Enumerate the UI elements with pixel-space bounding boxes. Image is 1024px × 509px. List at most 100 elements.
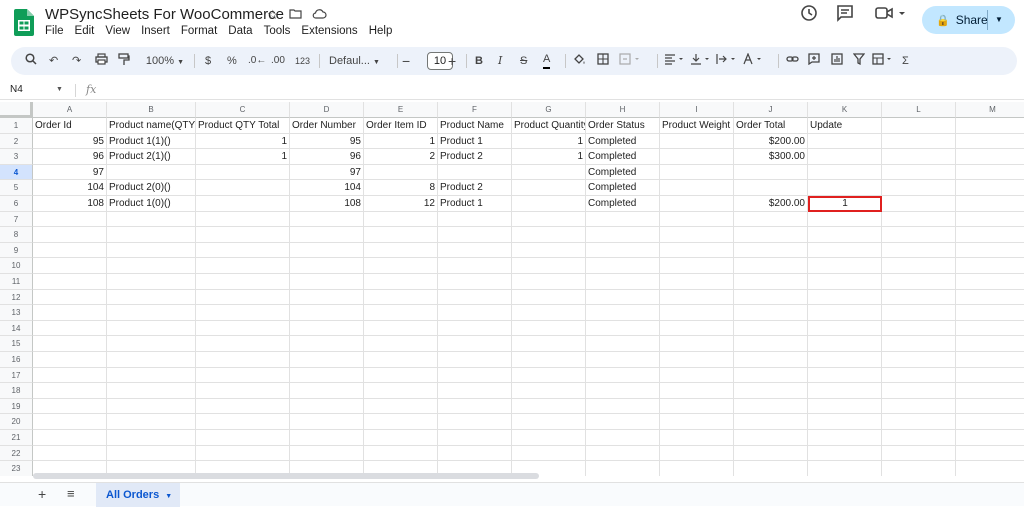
cell-i14[interactable] (660, 320, 734, 337)
cell-e9[interactable] (364, 242, 438, 259)
cell-h15[interactable] (586, 336, 660, 352)
more-formats-button[interactable]: 123 (295, 53, 310, 69)
cell-c11[interactable] (196, 274, 290, 290)
cell-f5[interactable]: Product 2 (438, 180, 512, 196)
cell-f6[interactable]: Product 1 (438, 196, 512, 212)
cell-l2[interactable] (882, 133, 956, 150)
row-header-4[interactable]: 4 (0, 164, 33, 181)
cell-b8[interactable] (107, 227, 196, 243)
cell-h14[interactable] (586, 320, 660, 337)
cell-d16[interactable] (290, 352, 364, 368)
filter-views-icon[interactable] (872, 53, 894, 69)
cell-k14[interactable] (808, 320, 882, 337)
cell-d3[interactable]: 96 (290, 149, 364, 165)
cell-m3[interactable] (956, 149, 1024, 165)
column-header-j[interactable]: J (734, 102, 808, 118)
cell-h11[interactable] (586, 274, 660, 290)
share-button[interactable]: 🔒 Share ▼ (922, 6, 1015, 34)
cell-g4[interactable] (512, 164, 586, 181)
cell-f3[interactable]: Product 2 (438, 149, 512, 165)
cell-i13[interactable] (660, 305, 734, 321)
cell-d4[interactable]: 97 (290, 164, 364, 181)
cell-m2[interactable] (956, 134, 1024, 150)
column-header-k[interactable]: K (808, 102, 882, 118)
cell-l11[interactable] (882, 274, 956, 290)
cell-b12[interactable] (107, 289, 196, 306)
cell-b17[interactable] (107, 367, 196, 384)
cell-f22[interactable] (438, 445, 512, 462)
cell-m17[interactable] (956, 368, 1024, 384)
cell-i17[interactable] (660, 367, 734, 384)
cell-f16[interactable] (438, 352, 512, 368)
cell-l7[interactable] (882, 211, 956, 228)
filter-icon[interactable] (852, 53, 866, 69)
row-header-12[interactable]: 12 (0, 289, 33, 306)
cell-l3[interactable] (882, 149, 956, 165)
row-header-9[interactable]: 9 (0, 242, 33, 259)
cell-b21[interactable] (107, 430, 196, 446)
cell-c14[interactable] (196, 320, 290, 337)
menu-help[interactable]: Help (369, 25, 393, 37)
cell-c16[interactable] (196, 352, 290, 368)
cell-m22[interactable] (956, 446, 1024, 462)
cell-a2[interactable]: 95 (33, 133, 107, 150)
cell-e15[interactable] (364, 336, 438, 352)
cell-c15[interactable] (196, 336, 290, 352)
zoom-select[interactable]: 100% ▼ (142, 53, 188, 69)
row-header-23[interactable]: 23 (0, 461, 33, 476)
cell-f1[interactable]: Product Name (438, 118, 512, 134)
cell-j19[interactable] (734, 398, 808, 415)
cell-e22[interactable] (364, 445, 438, 462)
cell-j22[interactable] (734, 445, 808, 462)
cell-h22[interactable] (586, 445, 660, 462)
cell-k11[interactable] (808, 274, 882, 290)
sheets-logo-icon[interactable] (14, 9, 34, 36)
cell-i4[interactable] (660, 164, 734, 181)
cell-l21[interactable] (882, 430, 956, 446)
print-icon[interactable] (95, 53, 108, 69)
cell-i19[interactable] (660, 398, 734, 415)
cell-k8[interactable] (808, 227, 882, 243)
cell-h18[interactable] (586, 383, 660, 399)
cell-c8[interactable] (196, 227, 290, 243)
cell-e12[interactable] (364, 289, 438, 306)
cell-d14[interactable] (290, 320, 364, 337)
cell-c9[interactable] (196, 242, 290, 259)
cell-i12[interactable] (660, 289, 734, 306)
row-header-6[interactable]: 6 (0, 196, 33, 212)
menu-data[interactable]: Data (228, 25, 252, 37)
cell-g13[interactable] (512, 305, 586, 321)
row-header-11[interactable]: 11 (0, 274, 33, 290)
cell-d15[interactable] (290, 336, 364, 352)
cell-i9[interactable] (660, 242, 734, 259)
cell-f13[interactable] (438, 305, 512, 321)
cell-i18[interactable] (660, 383, 734, 399)
cell-f2[interactable]: Product 1 (438, 133, 512, 150)
cell-e7[interactable] (364, 211, 438, 228)
cell-d13[interactable] (290, 305, 364, 321)
cell-m15[interactable] (956, 336, 1024, 352)
text-color-button[interactable]: A (543, 53, 551, 69)
cell-k1[interactable]: Update (808, 118, 882, 134)
italic-button[interactable]: I (498, 53, 502, 69)
cell-a3[interactable]: 96 (33, 149, 107, 165)
cell-e17[interactable] (364, 367, 438, 384)
cell-k22[interactable] (808, 445, 882, 462)
cell-e6[interactable]: 12 (364, 196, 438, 212)
text-wrapping-icon[interactable] (716, 53, 738, 69)
cell-a21[interactable] (33, 430, 107, 446)
column-header-i[interactable]: I (660, 102, 734, 118)
column-header-f[interactable]: F (438, 102, 512, 118)
cell-l23[interactable] (882, 461, 956, 476)
cell-h16[interactable] (586, 352, 660, 368)
cell-k18[interactable] (808, 383, 882, 399)
cell-i23[interactable] (660, 461, 734, 476)
insert-link-icon[interactable] (786, 53, 799, 69)
cell-l20[interactable] (882, 414, 956, 430)
cell-g15[interactable] (512, 336, 586, 352)
menu-insert[interactable]: Insert (141, 25, 170, 37)
cell-g7[interactable] (512, 211, 586, 228)
cell-c12[interactable] (196, 289, 290, 306)
cell-e16[interactable] (364, 352, 438, 368)
insert-chart-icon[interactable] (831, 53, 843, 69)
